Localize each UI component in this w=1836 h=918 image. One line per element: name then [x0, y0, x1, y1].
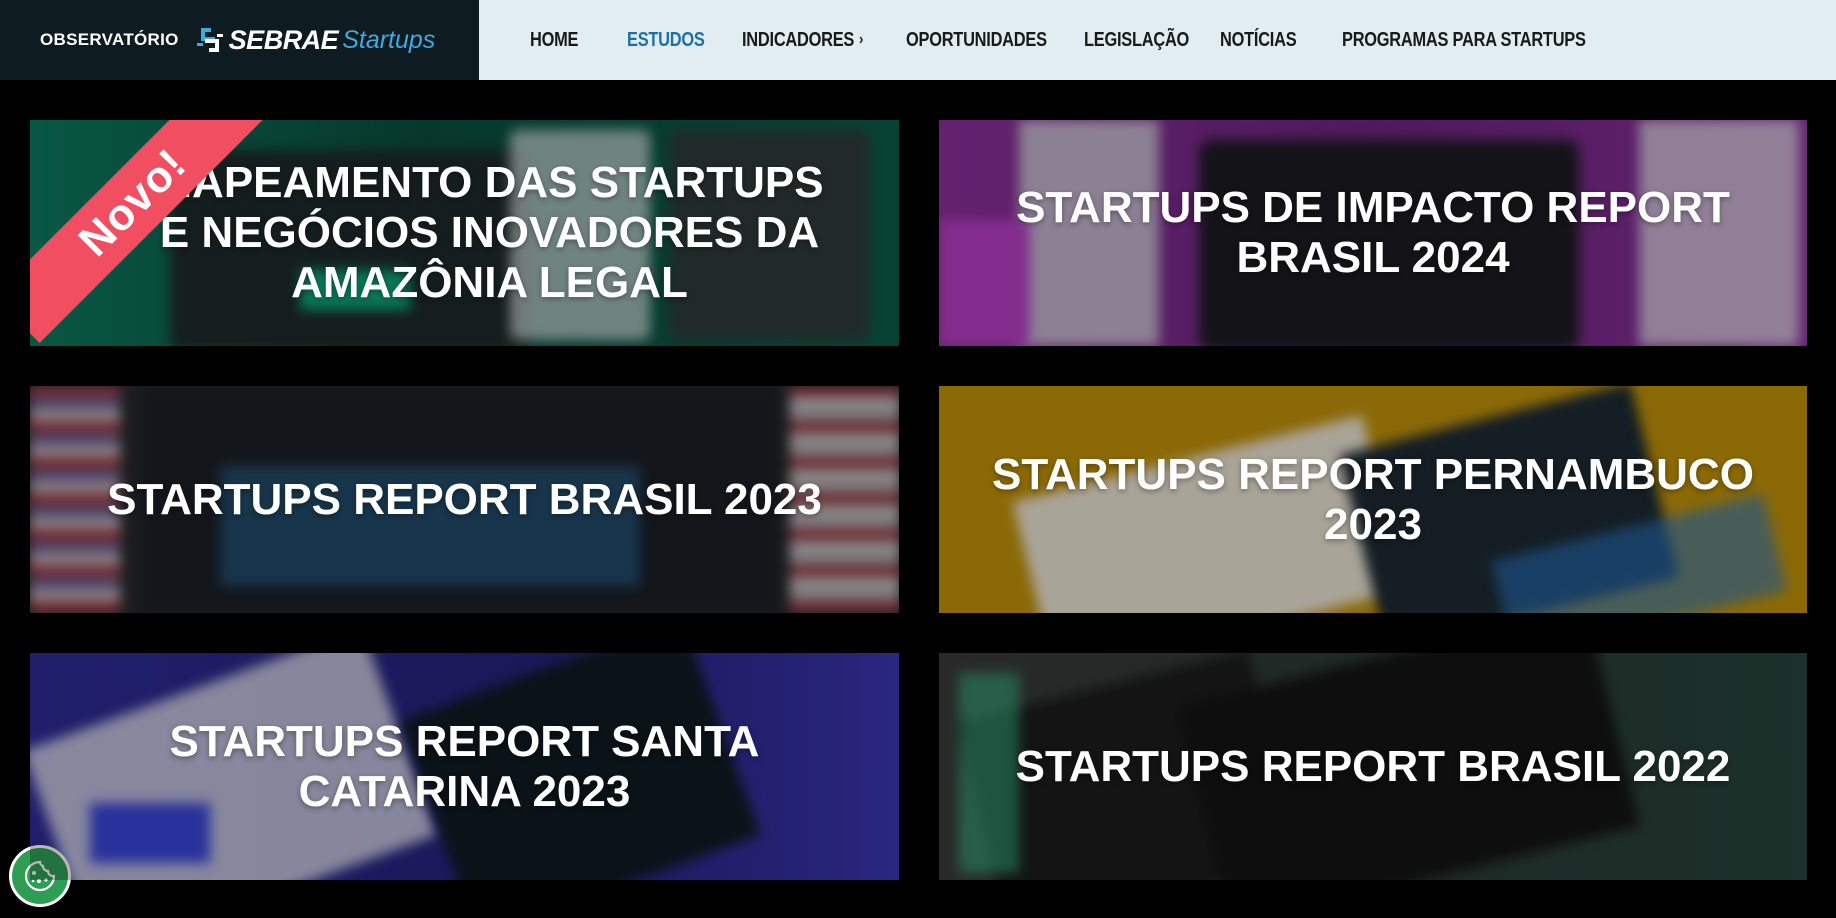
nav-item-oportunidades[interactable]: OPORTUNIDADES [906, 29, 1049, 52]
study-card[interactable]: STARTUPS REPORT SANTA CATARINA 2023 [30, 653, 899, 880]
nav-item-indicadores[interactable]: INDICADORES › [742, 29, 873, 52]
nav-item-legislacao[interactable]: LEGISLAÇÃO [1084, 29, 1192, 52]
study-card[interactable]: STARTUPS REPORT BRASIL 2023 [30, 386, 899, 613]
card-title: STARTUPS DE IMPACTO REPORT BRASIL 2024 [1016, 183, 1730, 282]
main-nav: HOME ESTUDOS INDICADORES › OPORTUNIDADES… [479, 0, 1836, 80]
sebrae-logo-icon [196, 28, 223, 52]
brand-startups-text: Startups [342, 25, 436, 54]
card-title: STARTUPS REPORT PERNAMBUCO 2023 [992, 449, 1754, 549]
study-card[interactable]: STARTUPS REPORT BRASIL 2022 [939, 653, 1807, 880]
card-title: STARTUPS REPORT BRASIL 2023 [107, 474, 822, 524]
study-card[interactable]: STARTUPS REPORT PERNAMBUCO 2023 [939, 386, 1807, 613]
nav-item-noticias[interactable]: NOTÍCIAS [1220, 29, 1317, 52]
card-title: STARTUPS REPORT BRASIL 2022 [1015, 741, 1731, 791]
nav-item-programas[interactable]: PROGRAMAS PARA STARTUPS [1342, 29, 1586, 52]
brand-logo[interactable]: OBSERVATÓRIO SEBRAE Startups [0, 0, 479, 80]
site-header: OBSERVATÓRIO SEBRAE Startups HOME ESTUDO… [0, 0, 1836, 80]
nav-item-indicadores-label: INDICADORES [742, 28, 855, 51]
chevron-right-icon: › [859, 31, 864, 48]
brand-observatorio-text: OBSERVATÓRIO [40, 30, 179, 49]
study-card[interactable]: Novo! MAPEAMENTO DAS STARTUPS E NEGÓCIOS… [30, 120, 899, 346]
nav-item-estudos[interactable]: ESTUDOS [627, 29, 718, 52]
brand-sebrae-text: SEBRAE [228, 24, 339, 55]
nav-item-home[interactable]: HOME [530, 29, 606, 52]
study-card[interactable]: STARTUPS DE IMPACTO REPORT BRASIL 2024 [939, 120, 1807, 346]
card-title: STARTUPS REPORT SANTA CATARINA 2023 [169, 716, 760, 816]
